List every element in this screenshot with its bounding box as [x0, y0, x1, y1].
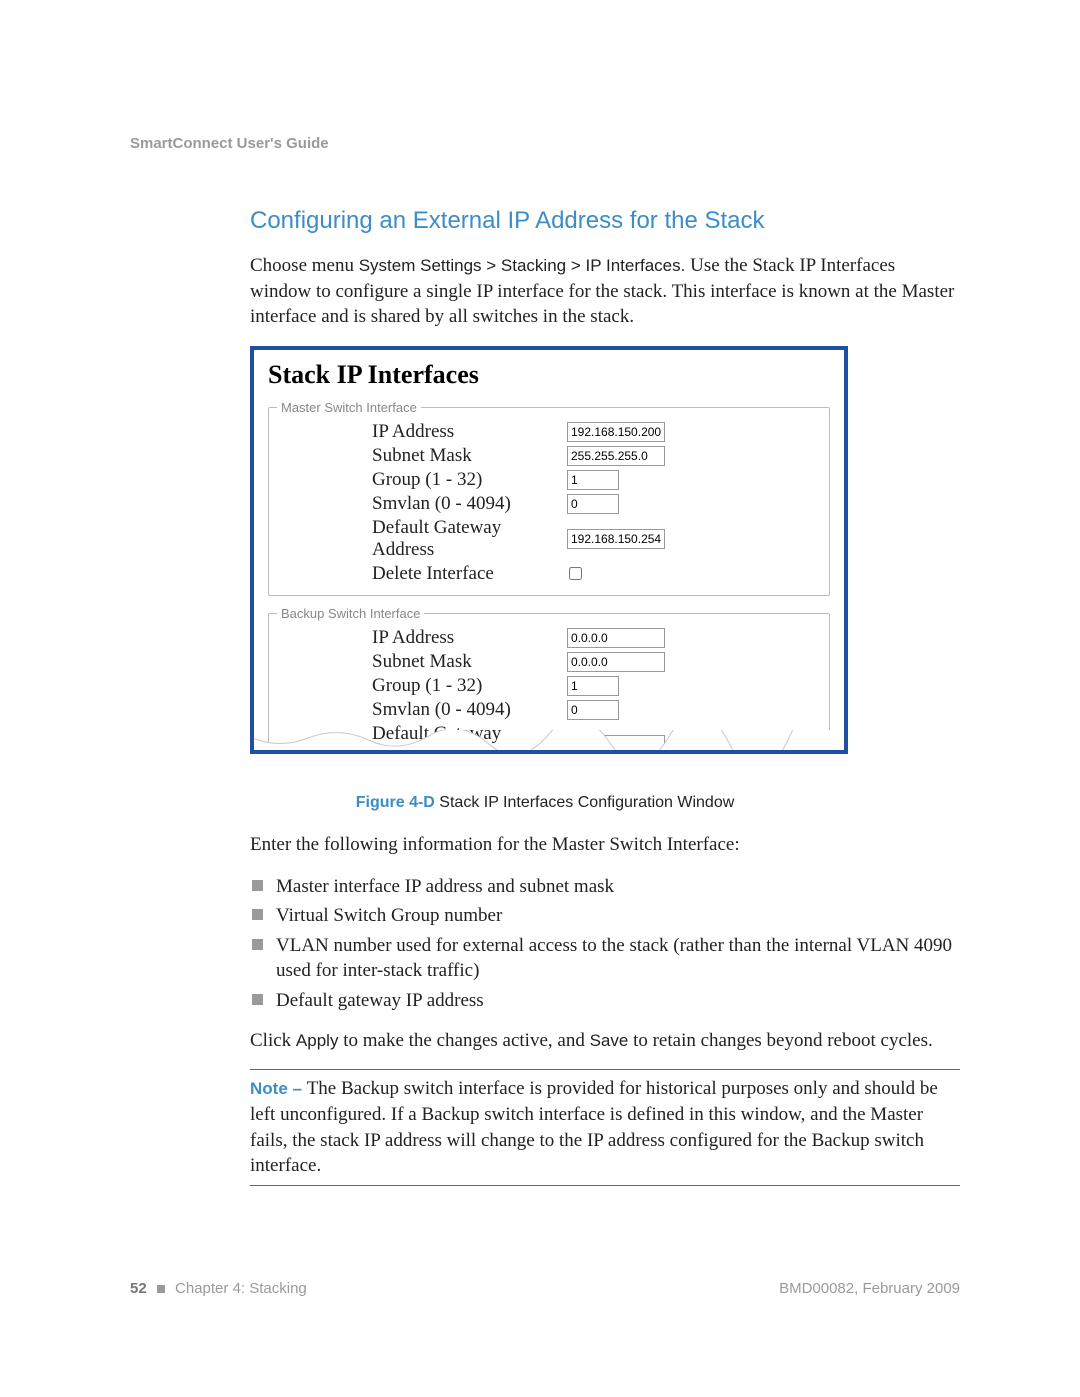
save-word: Save [590, 1031, 629, 1050]
figure-caption: Figure 4-D Stack IP Interfaces Configura… [250, 794, 840, 812]
click-prefix: Click [250, 1030, 296, 1051]
input-master-smvlan[interactable] [567, 494, 619, 514]
row-master-ip: IP Address [277, 421, 821, 443]
input-backup-ip[interactable] [567, 628, 665, 648]
input-backup-smvlan[interactable] [567, 700, 619, 720]
section-heading: Configuring an External IP Address for t… [250, 207, 960, 235]
row-backup-group: Group (1 - 32) [277, 675, 821, 697]
checkbox-master-delete[interactable] [569, 567, 582, 580]
list-item: VLAN number used for external access to … [276, 933, 960, 984]
intro-paragraph: Choose menu System Settings > Stacking >… [250, 253, 960, 330]
legend-backup: Backup Switch Interface [277, 606, 424, 621]
note-text: The Backup switch interface is provided … [250, 1078, 938, 1176]
row-backup-mask: Subnet Mask [277, 651, 821, 673]
label-backup-group: Group (1 - 32) [277, 675, 567, 697]
label-master-group: Group (1 - 32) [277, 469, 567, 491]
label-master-ip: IP Address [277, 421, 567, 443]
apply-word: Apply [296, 1031, 339, 1050]
input-backup-group[interactable] [567, 676, 619, 696]
scroll-handle-icon [574, 735, 592, 747]
running-header: SmartConnect User's Guide [130, 135, 960, 152]
row-master-group: Group (1 - 32) [277, 469, 821, 491]
row-master-delete: Delete Interface [277, 563, 821, 585]
input-master-group[interactable] [567, 470, 619, 490]
caption-label: Figure 4-D [356, 794, 435, 811]
label-backup-mask: Subnet Mask [277, 651, 567, 673]
bullet-list: Master interface IP address and subnet m… [250, 874, 960, 1014]
note-block: Note – The Backup switch interface is pr… [250, 1069, 960, 1186]
legend-master: Master Switch Interface [277, 400, 421, 415]
page-number: 52 [130, 1280, 147, 1297]
label-master-gateway: Default Gateway Address [277, 517, 567, 561]
row-master-gateway: Default Gateway Address [277, 517, 821, 561]
row-master-smvlan: Smvlan (0 - 4094) [277, 493, 821, 515]
figure-stack-ip-interfaces: Stack IP Interfaces Master Switch Interf… [250, 346, 848, 754]
label-master-delete: Delete Interface [277, 563, 567, 585]
footer-right: BMD00082, February 2009 [779, 1280, 960, 1297]
intro-menu-path: System Settings > Stacking > IP Interfac… [359, 256, 686, 275]
row-master-mask: Subnet Mask [277, 445, 821, 467]
figure-title: Stack IP Interfaces [268, 360, 830, 390]
page-footer: 52 Chapter 4: Stacking BMD00082, Februar… [130, 1280, 960, 1297]
click-mid: to make the changes active, and [338, 1030, 589, 1051]
list-item: Master interface IP address and subnet m… [276, 874, 960, 900]
intro-prefix: Choose menu [250, 255, 359, 276]
note-label: Note – [250, 1079, 307, 1098]
instruction-text: Enter the following information for the … [250, 832, 960, 858]
caption-text: Stack IP Interfaces Configuration Window [435, 794, 734, 811]
list-item: Default gateway IP address [276, 988, 960, 1014]
label-master-smvlan: Smvlan (0 - 4094) [277, 493, 567, 515]
row-backup-ip: IP Address [277, 627, 821, 649]
input-master-gateway[interactable] [567, 529, 665, 549]
list-item: Virtual Switch Group number [276, 903, 960, 929]
label-backup-ip: IP Address [277, 627, 567, 649]
input-master-ip[interactable] [567, 422, 665, 442]
fieldset-master: Master Switch Interface IP Address Subne… [268, 400, 830, 596]
row-backup-smvlan: Smvlan (0 - 4094) [277, 699, 821, 721]
footer-chapter: Chapter 4: Stacking [175, 1280, 307, 1297]
row-backup-gateway: Default Gateway Address [277, 723, 821, 754]
label-backup-smvlan: Smvlan (0 - 4094) [277, 699, 567, 721]
fieldset-backup: Backup Switch Interface IP Address Subne… [268, 606, 830, 754]
click-end: to retain changes beyond reboot cycles. [628, 1030, 932, 1051]
input-backup-mask[interactable] [567, 652, 665, 672]
footer-left: 52 Chapter 4: Stacking [130, 1280, 307, 1297]
label-master-mask: Subnet Mask [277, 445, 567, 467]
input-master-mask[interactable] [567, 446, 665, 466]
apply-save-text: Click Apply to make the changes active, … [250, 1028, 960, 1054]
square-bullet-icon [157, 1285, 165, 1293]
label-backup-gateway: Default Gateway Address [277, 723, 567, 754]
